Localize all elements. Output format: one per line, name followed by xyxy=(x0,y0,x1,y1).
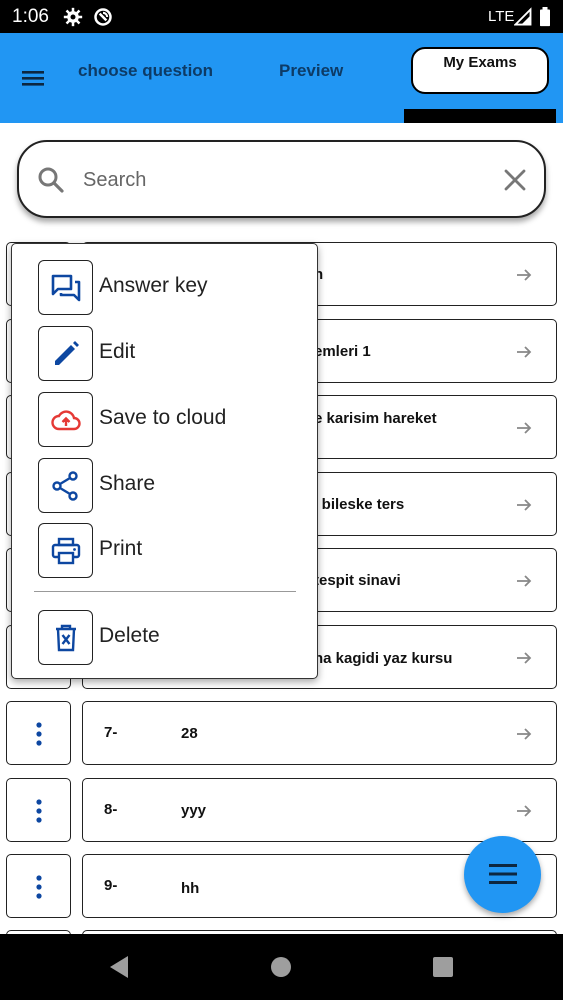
exam-title: na kagidi yaz kursu xyxy=(314,650,453,667)
menu-item-print[interactable]: Print xyxy=(12,521,317,579)
back-icon[interactable] xyxy=(106,954,132,980)
exam-number: 8- xyxy=(104,801,118,818)
signal-icon xyxy=(514,7,532,26)
arrow-right-icon xyxy=(517,346,532,358)
list-item: 8- yyy xyxy=(0,778,563,844)
battery-icon xyxy=(540,7,550,27)
search-bar xyxy=(17,140,546,218)
arrow-right-icon xyxy=(517,805,532,817)
list-item: 7- 28 xyxy=(0,701,563,767)
exam-card[interactable]: 7- 28 xyxy=(82,701,557,765)
gear-icon xyxy=(63,7,83,27)
menu-divider xyxy=(34,591,296,592)
tab-choose-question[interactable]: choose question xyxy=(78,61,213,81)
print-icon xyxy=(51,537,81,565)
arrow-right-icon xyxy=(517,575,532,587)
answer-key-icon xyxy=(51,274,81,302)
fab-menu-button[interactable] xyxy=(464,836,541,913)
tab-preview[interactable]: Preview xyxy=(279,61,343,81)
hamburger-menu-icon[interactable] xyxy=(18,63,48,93)
search-input[interactable] xyxy=(83,160,483,200)
exam-card[interactable]: 8- yyy xyxy=(82,778,557,842)
context-menu: Answer key Edit Save to cloud Share Prin… xyxy=(11,243,318,679)
arrow-right-icon xyxy=(517,652,532,664)
exam-number: 9- xyxy=(104,877,118,894)
system-nav-bar xyxy=(0,934,563,1000)
menu-item-edit[interactable]: Edit xyxy=(12,324,317,382)
menu-item-answer-key[interactable]: Answer key xyxy=(12,258,317,316)
menu-icon-box xyxy=(38,260,93,315)
menu-icon xyxy=(489,864,517,884)
status-time: 1:06 xyxy=(12,6,49,27)
menu-icon-box xyxy=(38,326,93,381)
arrow-right-icon xyxy=(517,422,532,434)
arrow-right-icon xyxy=(517,269,532,281)
app-bar: choose question Preview My Exams xyxy=(0,33,563,123)
exam-title: emleri 1 xyxy=(314,343,371,360)
cloud-upload-icon xyxy=(51,410,81,431)
delete-icon xyxy=(56,624,76,652)
arrow-right-icon xyxy=(517,499,532,511)
edit-icon xyxy=(55,341,79,365)
home-icon[interactable] xyxy=(268,954,294,980)
more-vert-icon xyxy=(36,799,42,823)
exam-number: 7- xyxy=(104,724,118,741)
menu-item-label: Print xyxy=(99,537,143,560)
menu-icon-box xyxy=(38,610,93,665)
menu-icon-box xyxy=(38,523,93,578)
tab-indicator xyxy=(404,109,556,123)
exam-title: e karisim hareket xyxy=(314,410,437,427)
menu-icon-box xyxy=(38,458,93,513)
exam-title: tespit sinavi xyxy=(314,572,401,589)
exam-title: 28 xyxy=(181,725,198,742)
row-options-button[interactable] xyxy=(6,701,71,765)
menu-item-share[interactable]: Share xyxy=(12,456,317,514)
more-vert-icon xyxy=(36,875,42,899)
menu-item-delete[interactable]: Delete xyxy=(12,608,317,666)
recents-icon[interactable] xyxy=(430,954,456,980)
more-vert-icon xyxy=(36,722,42,746)
row-options-button[interactable] xyxy=(6,778,71,842)
menu-item-label: Answer key xyxy=(99,274,208,297)
row-options-button[interactable] xyxy=(6,854,71,918)
exam-title: hh xyxy=(181,880,200,897)
no-disturb-icon xyxy=(94,8,112,26)
exam-title: yyy xyxy=(181,802,207,819)
screen: 1:06 LTE choose question Preview My Exam… xyxy=(0,0,563,1000)
search-icon xyxy=(38,167,64,193)
network-type: LTE xyxy=(488,8,515,25)
close-icon[interactable] xyxy=(503,168,527,192)
menu-item-label: Edit xyxy=(99,340,136,363)
status-bar: 1:06 LTE xyxy=(0,0,563,33)
my-exams-button[interactable]: My Exams xyxy=(411,47,549,94)
menu-item-label: Share xyxy=(99,472,156,495)
menu-item-save-to-cloud[interactable]: Save to cloud xyxy=(12,390,317,448)
arrow-right-icon xyxy=(517,728,532,740)
share-icon xyxy=(52,471,78,501)
menu-icon-box xyxy=(38,392,93,447)
menu-item-label: Save to cloud xyxy=(99,406,227,429)
menu-item-label: Delete xyxy=(99,624,160,647)
